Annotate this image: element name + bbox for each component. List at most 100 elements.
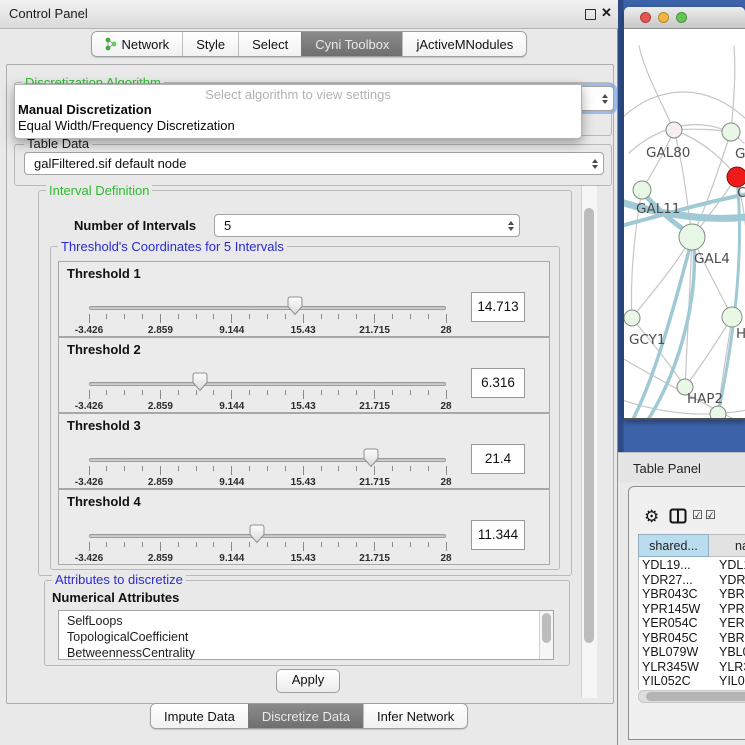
slider-tick xyxy=(392,390,393,395)
select-columns-icon[interactable]: ☑ xyxy=(692,508,703,522)
tab-label: Style xyxy=(196,37,225,52)
slider-thumb[interactable] xyxy=(363,448,379,468)
slider-tick xyxy=(124,466,125,471)
table-row[interactable]: YLR345WYLR3 xyxy=(639,660,745,675)
table-row[interactable]: YDR27...YDR2 xyxy=(639,573,745,588)
cell-shared-name: YER054C xyxy=(642,616,698,630)
slider-tick xyxy=(356,390,357,395)
table-row[interactable]: YPR145WYPR1 xyxy=(639,602,745,617)
tab-infer-network[interactable]: Infer Network xyxy=(363,704,467,728)
gear-icon[interactable]: ⚙ xyxy=(644,507,659,527)
slider-tick xyxy=(356,542,357,547)
panel-title: Control Panel xyxy=(9,6,88,21)
node-table-body: YDL19...YDL1YDR27...YDR2YBR043CYBR0YPR14… xyxy=(638,557,745,690)
attributes-list[interactable]: SelfLoops TopologicalCoefficient Betweenne… xyxy=(58,610,554,660)
network-node-label: C xyxy=(737,185,745,201)
slider-tick-label: 21.715 xyxy=(352,325,398,336)
table-row[interactable]: YIL052CYIL0 xyxy=(639,674,745,689)
threshold-value-field[interactable]: 11.344 xyxy=(471,520,525,550)
num-intervals-combobox[interactable]: 5 xyxy=(214,214,520,237)
slider-tick xyxy=(285,542,286,547)
slider-tick-label: 9.144 xyxy=(209,325,255,336)
table-row[interactable]: YBL079WYBL0 xyxy=(639,645,745,660)
tab-label: Discretize Data xyxy=(262,709,350,724)
close-traffic-light[interactable] xyxy=(640,12,651,23)
float-window-icon[interactable] xyxy=(585,9,596,20)
list-scrollbar-track[interactable] xyxy=(539,611,553,659)
column-layout-icon[interactable] xyxy=(669,508,687,524)
table-hscrollbar-thumb[interactable] xyxy=(646,692,745,701)
table-panel-titlebar[interactable]: Table Panel xyxy=(618,452,745,483)
threshold-value-field[interactable]: 14.713 xyxy=(471,292,525,322)
slider-tick xyxy=(321,390,322,395)
table-data-combobox[interactable]: galFiltered.sif default node xyxy=(24,152,604,175)
network-node[interactable] xyxy=(624,310,640,326)
network-icon xyxy=(105,37,117,51)
table-hscrollbar[interactable] xyxy=(638,690,745,703)
select-all-columns-icon[interactable]: ☑ xyxy=(705,508,716,522)
main-scrollbar-track[interactable] xyxy=(581,186,597,698)
network-node[interactable] xyxy=(727,167,745,187)
main-scrollbar-thumb[interactable] xyxy=(584,208,594,643)
slider-tick xyxy=(89,466,90,475)
slider-tick xyxy=(249,390,250,395)
app-root: Control Panel ✕ Network Style Select Cyni T… xyxy=(0,0,745,745)
close-icon[interactable]: ✕ xyxy=(601,5,612,21)
slider-tick xyxy=(124,314,125,319)
table-row[interactable]: YER054CYER0 xyxy=(639,616,745,631)
slider-track[interactable] xyxy=(89,306,446,310)
tab-cyni-toolbox[interactable]: Cyni Toolbox xyxy=(301,32,402,56)
column-header-shared-name[interactable]: shared... xyxy=(638,534,709,557)
control-panel-titlebar[interactable]: Control Panel ✕ xyxy=(0,0,618,29)
slider-track[interactable] xyxy=(89,534,446,538)
attribute-item[interactable]: SelfLoops xyxy=(67,614,123,628)
network-node[interactable] xyxy=(722,307,742,327)
tab-impute-data[interactable]: Impute Data xyxy=(151,704,248,728)
popup-item-equal-width[interactable]: Equal Width/Frequency Discretization xyxy=(18,118,235,133)
table-row[interactable]: YBR043CYBR0 xyxy=(639,587,745,602)
threshold-value-field[interactable]: 6.316 xyxy=(471,368,525,398)
cell-shared-name: YBR045C xyxy=(642,631,698,645)
apply-button[interactable]: Apply xyxy=(276,669,340,693)
zoom-traffic-light[interactable] xyxy=(676,12,687,23)
tab-label: Network xyxy=(122,37,170,52)
slider-thumb[interactable] xyxy=(287,296,303,316)
table-row[interactable]: YBR045CYBR0 xyxy=(639,631,745,646)
network-node[interactable] xyxy=(679,224,705,250)
network-node[interactable] xyxy=(666,122,682,138)
slider-tick xyxy=(428,390,429,395)
popup-placeholder-item[interactable]: Select algorithm to view settings xyxy=(15,87,581,102)
slider-track[interactable] xyxy=(89,458,446,462)
table-row[interactable]: YDL19...YDL1 xyxy=(639,558,745,573)
network-node[interactable] xyxy=(633,181,651,199)
tab-style[interactable]: Style xyxy=(182,32,238,56)
slider-tick xyxy=(446,542,447,551)
network-node[interactable] xyxy=(710,406,726,418)
tab-select[interactable]: Select xyxy=(238,32,301,56)
attribute-item[interactable]: BetweennessCentrality xyxy=(67,646,195,660)
slider-tick xyxy=(89,314,90,323)
slider-tick xyxy=(106,314,107,319)
tab-label: Select xyxy=(252,37,288,52)
network-canvas[interactable]: GAL80GAGAL11CGAL4GCY1HHAP2 xyxy=(624,28,745,418)
slider-tick xyxy=(428,466,429,471)
slider-thumb[interactable] xyxy=(192,372,208,392)
tab-network[interactable]: Network xyxy=(92,32,183,56)
popup-item-manual-discretization[interactable]: Manual Discretization xyxy=(18,102,152,117)
network-node[interactable] xyxy=(722,123,740,141)
attribute-item[interactable]: TopologicalCoefficient xyxy=(67,630,188,644)
column-header-name[interactable]: na xyxy=(709,534,745,557)
network-node-label: GAL4 xyxy=(694,251,730,267)
slider-tick xyxy=(446,390,447,399)
threshold-value-field[interactable]: 21.4 xyxy=(471,444,525,474)
minimize-traffic-light[interactable] xyxy=(658,12,669,23)
tab-discretize-data[interactable]: Discretize Data xyxy=(248,704,363,728)
slider-tick-label: 28 xyxy=(423,325,469,336)
network-window-titlebar[interactable] xyxy=(624,7,745,29)
slider-tick-label: 9.144 xyxy=(209,477,255,488)
slider-thumb[interactable] xyxy=(249,524,265,544)
tab-jactivemnodules[interactable]: jActiveMNodules xyxy=(402,32,526,56)
list-scrollbar-thumb[interactable] xyxy=(542,613,551,643)
slider-tick xyxy=(249,314,250,319)
slider-track[interactable] xyxy=(89,382,446,386)
